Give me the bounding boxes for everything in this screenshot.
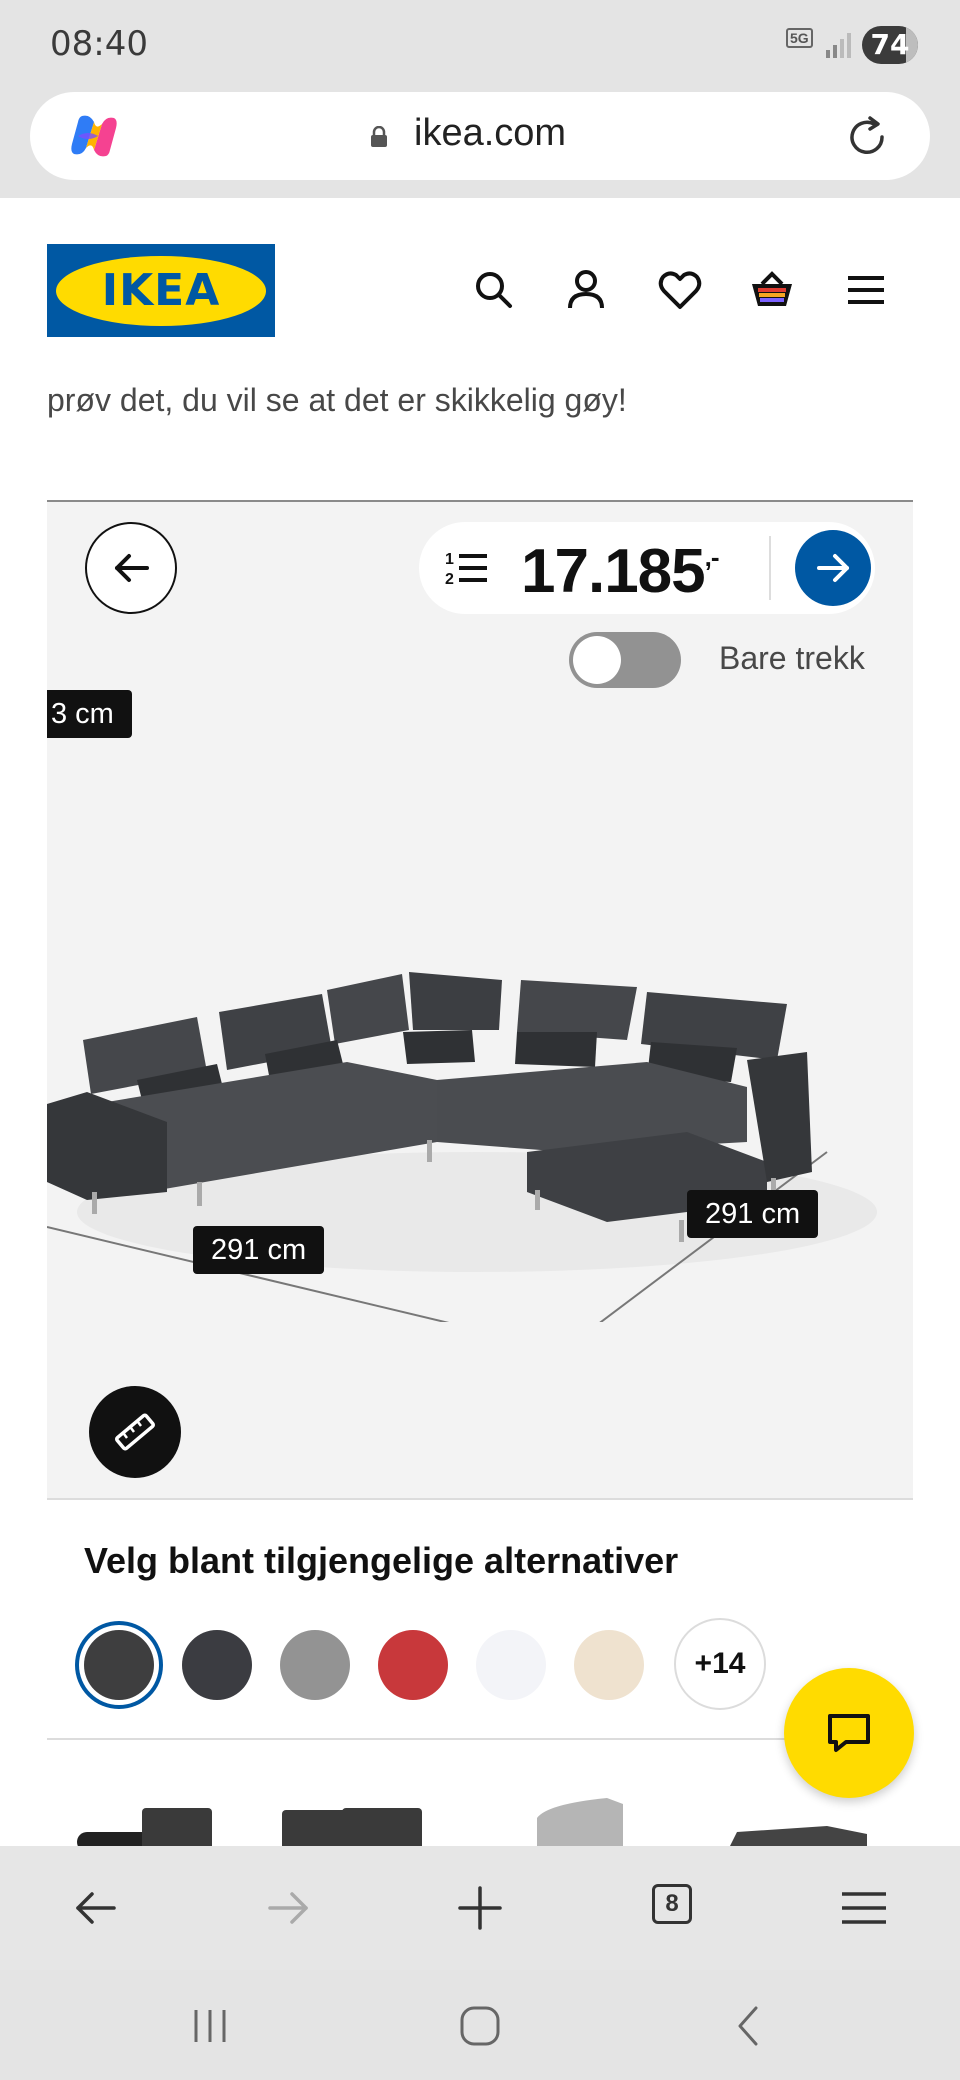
more-colors-button[interactable]: +14 (674, 1618, 766, 1710)
browser-bottom-bar: 8 (0, 1846, 960, 1970)
measurements-toggle-button[interactable] (89, 1386, 181, 1478)
color-swatch-white[interactable] (476, 1630, 546, 1700)
back-arrow-icon[interactable] (70, 1882, 122, 1934)
heart-icon[interactable] (656, 266, 704, 314)
menu-icon[interactable] (838, 1882, 890, 1934)
price-summary[interactable]: 1 2 17.185,- (419, 522, 875, 614)
back-button[interactable] (85, 522, 177, 614)
module-thumbnails[interactable] (47, 1798, 913, 1846)
svg-text:2: 2 (445, 571, 454, 588)
network-5g-icon: 5G (786, 28, 818, 62)
reload-icon[interactable] (844, 114, 890, 160)
system-navigation-bar (0, 1970, 960, 2080)
color-swatch-anthracite[interactable] (182, 1630, 252, 1700)
web-page: IKEA prøv det, du vil se at det er skikk… (0, 198, 960, 1846)
recent-apps-icon[interactable] (184, 2000, 236, 2052)
battery-icon: 74 (862, 26, 918, 64)
chat-button[interactable] (784, 1668, 914, 1798)
numbered-list-icon[interactable]: 1 2 (445, 548, 489, 588)
user-icon[interactable] (562, 266, 610, 314)
svg-text:1: 1 (445, 551, 454, 568)
sofa-image (47, 972, 877, 1322)
ikea-logo[interactable]: IKEA (47, 244, 275, 337)
intro-text: prøv det, du vil se at det er skikkelig … (47, 382, 627, 418)
color-swatch-dark-grey-selected[interactable] (84, 1630, 154, 1700)
status-time: 08:40 (50, 24, 148, 64)
system-back-icon[interactable] (724, 2000, 776, 2052)
color-swatch-beige[interactable] (574, 1630, 644, 1700)
basket-icon[interactable] (748, 266, 796, 314)
options-title: Velg blant tilgjengelige alternativer (84, 1540, 679, 1581)
color-swatch-grey[interactable] (280, 1630, 350, 1700)
copilot-icon[interactable] (68, 112, 120, 160)
url-text[interactable]: ikea.com (414, 112, 566, 155)
sofa-configurator[interactable]: 1 2 17.185,- Bare trekk 3 cm 291 cm 291 … (47, 500, 913, 1500)
total-price: 17.185,- (521, 537, 720, 606)
tabs-icon[interactable]: 8 (652, 1884, 692, 1924)
browser-toolbar: ikea.com (0, 88, 960, 198)
dimension-tag-width: 291 cm (193, 1226, 325, 1274)
status-bar: 08:40 5G 74 (0, 0, 960, 88)
address-bar[interactable]: ikea.com (30, 92, 930, 180)
forward-arrow-icon[interactable] (262, 1882, 314, 1934)
dimension-tag-length: 291 cm (687, 1190, 819, 1238)
ruler-icon (115, 1413, 155, 1451)
continue-button[interactable] (795, 530, 871, 606)
hamburger-menu-icon[interactable] (842, 266, 890, 314)
chat-icon (828, 1714, 870, 1752)
new-tab-icon[interactable] (454, 1882, 506, 1934)
dimension-tag-depth: 3 cm (47, 690, 132, 738)
back-arrow-icon (115, 554, 149, 582)
signal-icon (826, 33, 851, 58)
search-icon[interactable] (470, 266, 518, 314)
home-icon[interactable] (454, 2000, 506, 2052)
divider (47, 1738, 913, 1740)
color-swatch-red[interactable] (378, 1630, 448, 1700)
arrow-right-icon (817, 554, 849, 582)
divider (769, 536, 771, 600)
covers-only-label: Bare trekk (719, 640, 865, 676)
covers-only-toggle[interactable] (569, 632, 681, 688)
lock-icon (371, 126, 387, 147)
